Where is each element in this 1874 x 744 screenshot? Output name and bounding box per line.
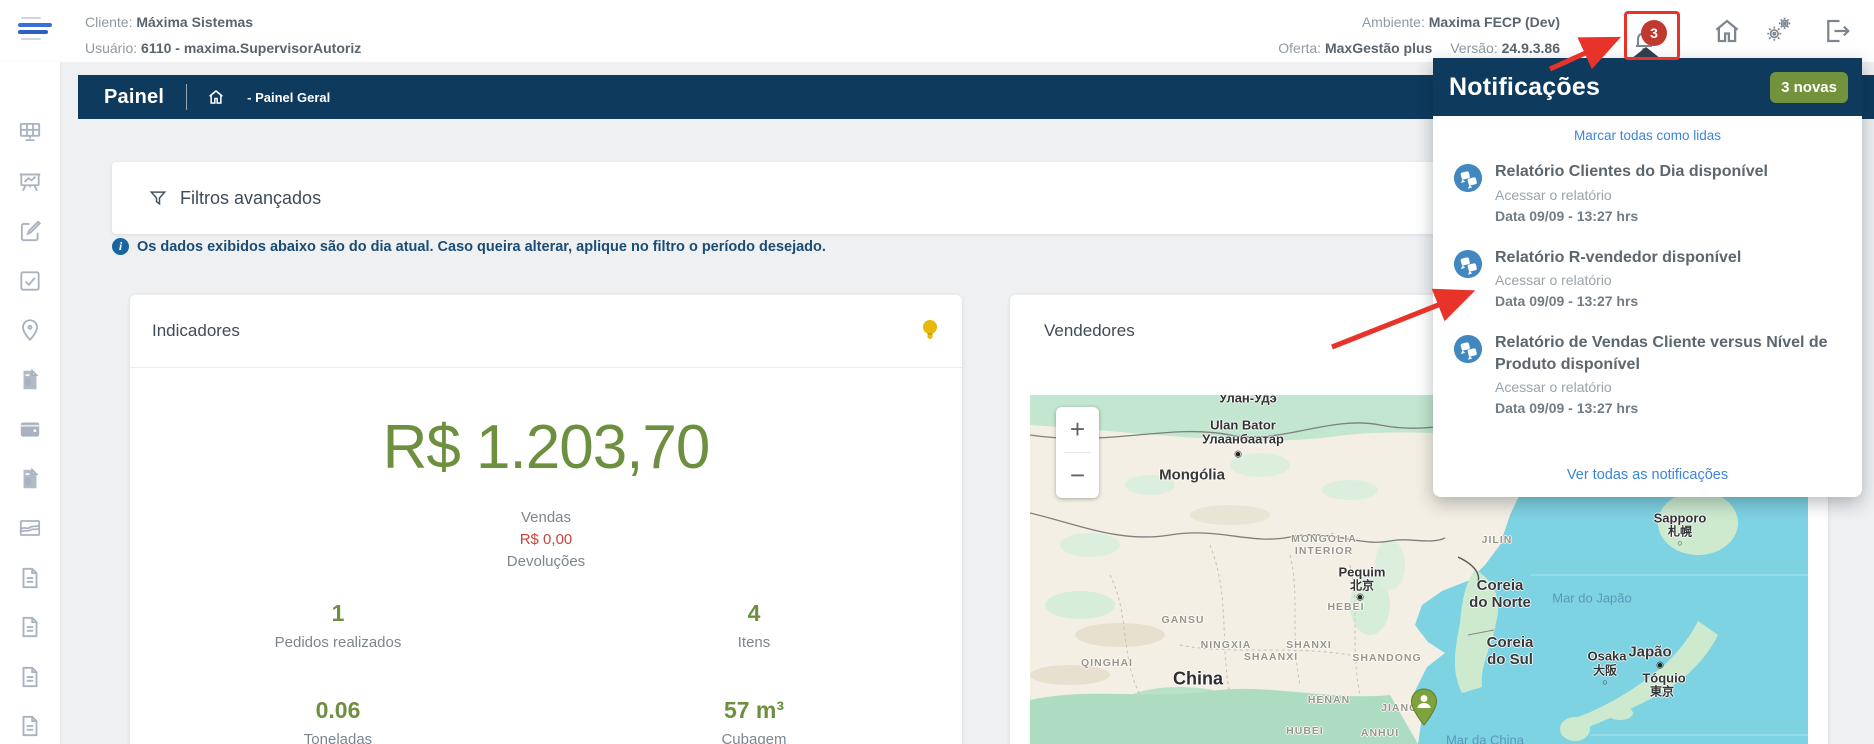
environment-info: Ambiente: Maxima FECP (Dev) Oferta: MaxG… <box>1278 9 1560 61</box>
indicator-stat: 57 m³ Cubagem <box>721 697 786 744</box>
logout-icon <box>1822 16 1852 46</box>
notification-action-link[interactable]: Acessar o relatório <box>1495 379 1846 395</box>
report-chat-icon <box>1453 163 1483 193</box>
maxima-logo-icon[interactable] <box>18 17 54 45</box>
panel-pointer <box>1631 47 1661 59</box>
filter-funnel-icon <box>148 188 168 208</box>
sidebar-item-edit-icon[interactable] <box>17 218 43 244</box>
sidebar-nav: $$ <box>0 62 60 744</box>
stat-value: 4 <box>738 600 771 627</box>
stat-value: 1 <box>275 600 402 627</box>
notification-date: Data 09/09 - 13:27 hrs <box>1495 293 1741 309</box>
new-count-badge[interactable]: 3 novas <box>1770 72 1848 103</box>
notifications-panel: Notificações 3 novas Marcar todas como l… <box>1433 58 1862 497</box>
map-zoom-in-button[interactable]: + <box>1056 407 1099 452</box>
svg-text:$: $ <box>26 475 31 485</box>
sidebar-item-document-icon[interactable] <box>17 614 43 640</box>
sidebar-item-chart-area-icon[interactable] <box>17 515 43 541</box>
indicators-header: Indicadores <box>130 295 962 368</box>
sales-label: Vendas <box>130 509 962 526</box>
lightbulb-icon[interactable] <box>920 318 940 344</box>
notification-title: Relatório de Vendas Cliente versus Nível… <box>1495 332 1846 375</box>
stat-label: Itens <box>738 634 771 651</box>
view-all-notifications-link[interactable]: Ver todas as notificações <box>1433 467 1862 483</box>
mark-all-read-link[interactable]: Marcar todas como lidas <box>1433 128 1862 143</box>
report-chat-icon <box>1453 249 1483 279</box>
app-window: Cliente: Máxima Sistemas Usuário: 6110 -… <box>0 0 1874 744</box>
env-label: Ambiente: <box>1362 14 1425 30</box>
notification-count-badge[interactable]: 3 <box>1641 20 1667 46</box>
home-button[interactable] <box>1712 16 1742 46</box>
sidebar-item-dashboard-icon[interactable] <box>17 119 43 145</box>
notification-title: Relatório Clientes do Dia disponível <box>1495 161 1768 183</box>
notification-item[interactable]: Relatório de Vendas Cliente versus Nível… <box>1449 320 1846 427</box>
offer-label: Oferta: <box>1278 40 1321 56</box>
sales-total-value: R$ 1.203,70 <box>130 412 962 483</box>
breadcrumb-home-icon[interactable] <box>207 88 225 106</box>
notification-action-link[interactable]: Acessar o relatório <box>1495 187 1768 203</box>
sidebar-item-document-icon[interactable] <box>17 565 43 591</box>
offer-value: MaxGestão plus <box>1325 40 1432 56</box>
map-zoom-out-button[interactable]: − <box>1056 453 1099 498</box>
returns-label: Devoluções <box>130 553 962 570</box>
svg-text:$: $ <box>26 376 31 386</box>
logout-button[interactable] <box>1822 16 1852 46</box>
page-title: Painel <box>104 86 164 109</box>
info-text: Os dados exibidos abaixo são do dia atua… <box>137 239 826 255</box>
sidebar-item-wallet-icon[interactable] <box>17 416 43 442</box>
env-value: Maxima FECP (Dev) <box>1429 14 1560 30</box>
client-label: Cliente: <box>85 14 132 30</box>
settings-gears-icon <box>1764 14 1794 44</box>
indicator-stat: 0.06 Toneladas <box>304 697 372 744</box>
notification-date: Data 09/09 - 13:27 hrs <box>1495 208 1768 224</box>
sidebar-item-map-pin-icon[interactable] <box>17 317 43 343</box>
notifications-title: Notificações <box>1449 73 1600 102</box>
stat-label: Toneladas <box>304 731 372 744</box>
returns-value: R$ 0,00 <box>130 531 962 548</box>
breadcrumb: - Painel Geral <box>247 90 330 105</box>
notification-item[interactable]: Relatório R-vendedor disponível Acessar o… <box>1449 235 1846 321</box>
sidebar-item-document-icon[interactable] <box>17 664 43 690</box>
sidebar-item-chart-board-icon[interactable] <box>17 169 43 195</box>
topbar: Cliente: Máxima Sistemas Usuário: 6110 -… <box>0 0 1874 62</box>
stat-value: 57 m³ <box>721 697 786 724</box>
pagebar-divider <box>186 84 187 110</box>
notification-title: Relatório R-vendedor disponível <box>1495 247 1741 269</box>
user-label: Usuário: <box>85 40 137 56</box>
home-icon <box>1712 16 1742 46</box>
settings-button[interactable] <box>1764 14 1794 44</box>
client-value: Máxima Sistemas <box>136 14 253 30</box>
sellers-title: Vendedores <box>1044 321 1135 341</box>
info-message: i Os dados exibidos abaixo são do dia at… <box>112 238 1452 255</box>
notification-date: Data 09/09 - 13:27 hrs <box>1495 400 1846 416</box>
advanced-filters-label: Filtros avançados <box>180 188 321 209</box>
sidebar-item-checkbox-icon[interactable] <box>17 268 43 294</box>
version-label: Versão: <box>1450 40 1497 56</box>
indicator-stat: 4 Itens <box>738 600 771 651</box>
notification-item[interactable]: Relatório Clientes do Dia disponível Aces… <box>1449 149 1846 235</box>
sidebar-item-invoice-icon[interactable]: $ <box>17 466 43 492</box>
info-icon: i <box>112 238 129 255</box>
notification-action-link[interactable]: Acessar o relatório <box>1495 272 1741 288</box>
report-chat-icon <box>1453 334 1483 364</box>
seller-map-pin[interactable] <box>1410 688 1438 726</box>
sidebar-item-invoice-icon[interactable]: $ <box>17 367 43 393</box>
stat-label: Cubagem <box>721 731 786 744</box>
notifications-header: Notificações 3 novas <box>1433 58 1862 116</box>
indicators-card: Indicadores R$ 1.203,70 Vendas R$ 0,00 D… <box>130 295 962 744</box>
user-value: 6110 - maxima.SupervisorAutoriz <box>141 40 361 56</box>
version-value: 24.9.3.86 <box>1502 40 1560 56</box>
stat-label: Pedidos realizados <box>275 634 402 651</box>
sidebar-item-document-icon[interactable] <box>17 713 43 739</box>
indicator-stat: 1 Pedidos realizados <box>275 600 402 651</box>
stat-value: 0.06 <box>304 697 372 724</box>
session-info: Cliente: Máxima Sistemas Usuário: 6110 -… <box>85 9 361 61</box>
indicators-title: Indicadores <box>152 321 240 341</box>
map-zoom-controls: + − <box>1056 407 1099 498</box>
